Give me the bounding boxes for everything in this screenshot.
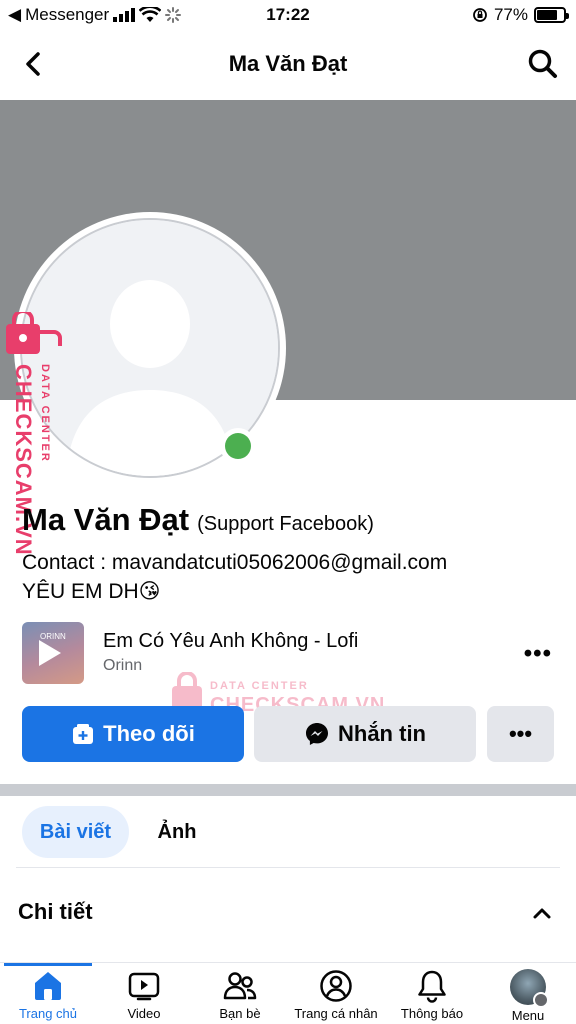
section-divider: [0, 784, 576, 796]
tabbar-home-label: Trang chủ: [18, 1006, 78, 1021]
bottom-tab-bar: Trang chủ Video Bạn bè Trang cá nhân Thô…: [0, 962, 576, 1024]
page-title: Ma Văn Đạt: [228, 51, 348, 76]
tabbar-notifications-label: Thông báo: [400, 1006, 464, 1021]
tab-photos[interactable]: Ảnh: [137, 806, 217, 858]
play-icon[interactable]: [39, 640, 61, 666]
profile-note: (Support Facebook): [197, 513, 374, 535]
bio-contact: Contact : mavandatcuti05062006@gmail.com: [22, 551, 448, 574]
messenger-icon: [306, 723, 328, 745]
status-bar: ◀ Messenger 17:22 77%: [0, 0, 576, 30]
battery-percent: 77%: [493, 5, 528, 24]
add-follow-icon: [73, 724, 94, 744]
menu-badge-icon: [533, 992, 549, 1008]
watermark-sub: DATA CENTER: [210, 680, 309, 692]
details-heading: Chi tiết: [18, 899, 93, 924]
message-label: Nhắn tin: [338, 721, 426, 746]
status-right: 77%: [472, 5, 569, 25]
video-icon: [128, 972, 160, 1001]
tabbar-home[interactable]: Trang chủ: [0, 969, 96, 1024]
home-icon: [35, 972, 61, 1000]
bio-line: YÊU EM DH😘: [22, 580, 161, 603]
profile-name-row: Ma Văn Đạt (Support Facebook): [22, 502, 374, 538]
tabbar-profile-label: Trang cá nhân: [294, 1006, 378, 1021]
tabbar-menu[interactable]: Menu: [480, 969, 576, 1024]
music-thumbnail[interactable]: ORINN: [22, 622, 84, 684]
music-song-title: Em Có Yêu Anh Không - Lofi: [103, 630, 359, 652]
music-artist: Orinn: [103, 657, 143, 674]
tabbar-profile[interactable]: Trang cá nhân: [288, 969, 384, 1024]
tabbar-menu-label: Menu: [511, 1008, 545, 1023]
tab-divider: [16, 867, 560, 868]
friends-icon: [223, 972, 257, 1000]
nav-bar: Ma Văn Đạt: [0, 30, 576, 100]
tab-posts[interactable]: Bài viết: [22, 806, 129, 858]
battery-icon: [534, 7, 569, 23]
online-status-dot: [220, 428, 256, 464]
follow-label: Theo dõi: [103, 721, 195, 746]
message-button[interactable]: Nhắn tin: [254, 706, 476, 762]
orientation-lock-icon: [473, 8, 487, 22]
follow-button[interactable]: Theo dõi: [22, 706, 244, 762]
search-icon[interactable]: [526, 47, 560, 81]
menu-avatar: [510, 969, 549, 1008]
active-tab-indicator: [4, 963, 92, 966]
tabbar-video[interactable]: Video: [96, 969, 192, 1024]
tabbar-video-label: Video: [127, 1006, 161, 1021]
profile-icon: [320, 970, 352, 1002]
profile-name: Ma Văn Đạt: [22, 502, 190, 537]
tabbar-friends[interactable]: Bạn bè: [192, 969, 288, 1024]
watermark-lock-icon: [6, 312, 62, 354]
more-options-button[interactable]: •••: [487, 706, 554, 762]
watermark-sub: DATA CENTER: [39, 364, 51, 463]
tabbar-friends-label: Bạn bè: [219, 1006, 261, 1021]
chevron-up-icon[interactable]: [532, 903, 552, 923]
music-more-icon[interactable]: •••: [524, 640, 552, 668]
tabbar-notifications[interactable]: Thông báo: [384, 969, 480, 1024]
bell-icon: [418, 970, 446, 1003]
